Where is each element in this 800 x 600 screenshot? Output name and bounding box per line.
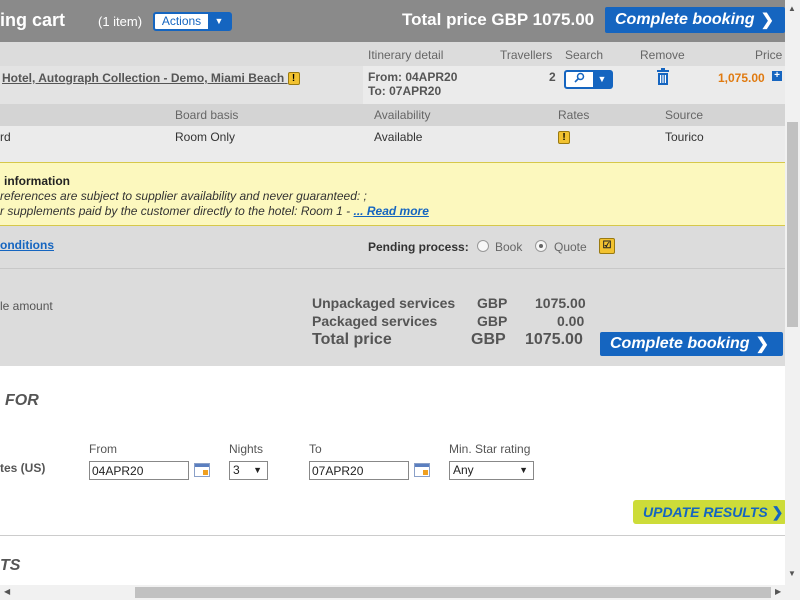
col-availability: Availability: [374, 108, 431, 122]
cart-header: ing cart (1 item) Actions ▼ Total price …: [0, 0, 785, 42]
warning-icon: !: [558, 131, 570, 145]
chevron-right-icon: ❯: [771, 504, 784, 520]
complete-booking-button-bottom[interactable]: Complete booking ❯: [600, 332, 783, 356]
plus-icon[interactable]: +: [772, 71, 782, 81]
horizontal-scroll-thumb[interactable]: [135, 587, 771, 598]
summary-left-label: le amount: [0, 299, 53, 313]
star-rating-select[interactable]: Any ▼: [449, 461, 534, 480]
scroll-right-icon[interactable]: ▶: [775, 587, 781, 596]
scroll-down-icon[interactable]: ▼: [788, 569, 796, 578]
room-row: rd Room Only Available ! Tourico: [0, 126, 785, 162]
caret-down-icon: ▼: [208, 14, 230, 29]
trash-icon[interactable]: [656, 68, 670, 86]
update-results-label: UPDATE RESULTS: [643, 504, 768, 520]
actions-dropdown-button[interactable]: Actions ▼: [153, 12, 232, 31]
cart-item-count: (1 item): [98, 14, 143, 29]
important-information-box: information references are subject to su…: [0, 162, 785, 226]
col-source: Source: [665, 108, 704, 122]
complete-booking-label: Complete booking: [610, 335, 750, 352]
radio-quote-label: Quote: [554, 240, 587, 254]
complete-booking-label: Complete booking: [615, 11, 755, 28]
calendar-icon[interactable]: [414, 463, 430, 477]
col-board-basis: Board basis: [175, 108, 239, 122]
nights-value: 3: [233, 463, 240, 477]
radio-book-label: Book: [495, 240, 523, 254]
col-rates: Rates: [558, 108, 590, 122]
source-value: Tourico: [665, 130, 704, 144]
radio-book[interactable]: [477, 240, 489, 252]
complete-booking-button-top[interactable]: Complete booking ❯: [605, 7, 785, 33]
results-section-title: TS: [0, 557, 21, 574]
info-line-2: r supplements paid by the customer direc…: [0, 204, 429, 218]
checklist-icon[interactable]: ☑: [599, 238, 615, 254]
col-search: Search: [565, 48, 604, 62]
vertical-scrollbar[interactable]: ▲ ▼: [785, 0, 800, 585]
update-results-button[interactable]: UPDATE RESULTS ❯: [633, 500, 787, 524]
hotel-name-text: Hotel, Autograph Collection - Demo, Miam…: [2, 71, 285, 85]
read-more-link[interactable]: ... Read more: [354, 204, 429, 218]
header-total-price: Total price GBP 1075.00: [402, 10, 595, 29]
info-line-2-text: r supplements paid by the customer direc…: [0, 204, 354, 218]
cart-title: ing cart: [0, 10, 66, 30]
col-remove: Remove: [640, 48, 685, 62]
caret-down-icon: ▼: [519, 465, 528, 475]
warning-icon: !: [287, 72, 300, 86]
radio-quote[interactable]: [535, 240, 547, 252]
summary-packaged-currency: GBP: [477, 313, 508, 329]
room-header-row: Board basis Availability Rates Source: [0, 104, 785, 126]
location-label: tes (US): [0, 461, 46, 475]
hotel-row: Hotel, Autograph Collection - Demo, Miam…: [0, 66, 363, 104]
from-date-input[interactable]: [89, 461, 189, 480]
summary-total-label: Total price: [312, 331, 392, 348]
room-type: rd: [0, 130, 11, 144]
summary-unpackaged-label: Unpackaged services: [312, 295, 456, 311]
actions-label: Actions: [161, 14, 202, 28]
col-itinerary-detail: Itinerary detail: [368, 48, 444, 62]
nights-label: Nights: [229, 442, 264, 456]
scroll-left-icon[interactable]: ◀: [4, 587, 10, 596]
board-basis-value: Room Only: [175, 130, 236, 144]
calendar-icon[interactable]: [194, 463, 210, 477]
summary-packaged-value: 0.00: [557, 313, 585, 329]
pending-process-label: Pending process:: [368, 240, 469, 254]
scroll-up-icon[interactable]: ▲: [788, 4, 796, 13]
travellers-count: 2: [549, 70, 556, 84]
col-price: Price: [755, 48, 783, 62]
nights-select[interactable]: 3 ▼: [229, 461, 268, 480]
info-title: information: [4, 174, 70, 188]
summary-unpackaged-value: 1075.00: [535, 295, 586, 311]
item-price: 1,075.00: [718, 71, 765, 85]
chevron-right-icon: ❯: [760, 12, 774, 29]
caret-down-icon: ▼: [253, 465, 262, 475]
itinerary-to: To: 07APR20: [368, 84, 442, 98]
divider: [0, 268, 785, 269]
search-dropdown-button[interactable]: ▼: [564, 70, 613, 89]
availability-value: Available: [374, 130, 423, 144]
summary-total-currency: GBP: [471, 331, 506, 348]
col-travellers: Travellers: [500, 48, 553, 62]
to-date-input[interactable]: [309, 461, 409, 480]
star-rating-value: Any: [453, 463, 474, 477]
itinerary-from: From: 04APR20: [368, 70, 458, 84]
search-section-title: FOR: [5, 392, 39, 409]
from-label: From: [89, 442, 117, 456]
summary-packaged-label: Packaged services: [312, 313, 438, 329]
star-rating-label: Min. Star rating: [449, 442, 531, 456]
info-line-1: references are subject to supplier avail…: [0, 189, 367, 203]
conditions-link[interactable]: onditions: [0, 238, 54, 252]
chevron-right-icon: ❯: [755, 336, 769, 353]
to-label: To: [309, 442, 322, 456]
rates-warning[interactable]: !: [558, 130, 570, 145]
horizontal-scrollbar[interactable]: ◀ ▶: [0, 585, 800, 600]
vertical-scroll-thumb[interactable]: [787, 122, 798, 327]
summary-total-value: 1075.00: [525, 331, 583, 348]
caret-down-icon: ▼: [593, 72, 611, 87]
section-divider: [0, 535, 785, 536]
hotel-name-link[interactable]: Hotel, Autograph Collection - Demo, Miam…: [2, 71, 300, 86]
search-icon: [566, 72, 593, 87]
summary-unpackaged-currency: GBP: [477, 295, 508, 311]
